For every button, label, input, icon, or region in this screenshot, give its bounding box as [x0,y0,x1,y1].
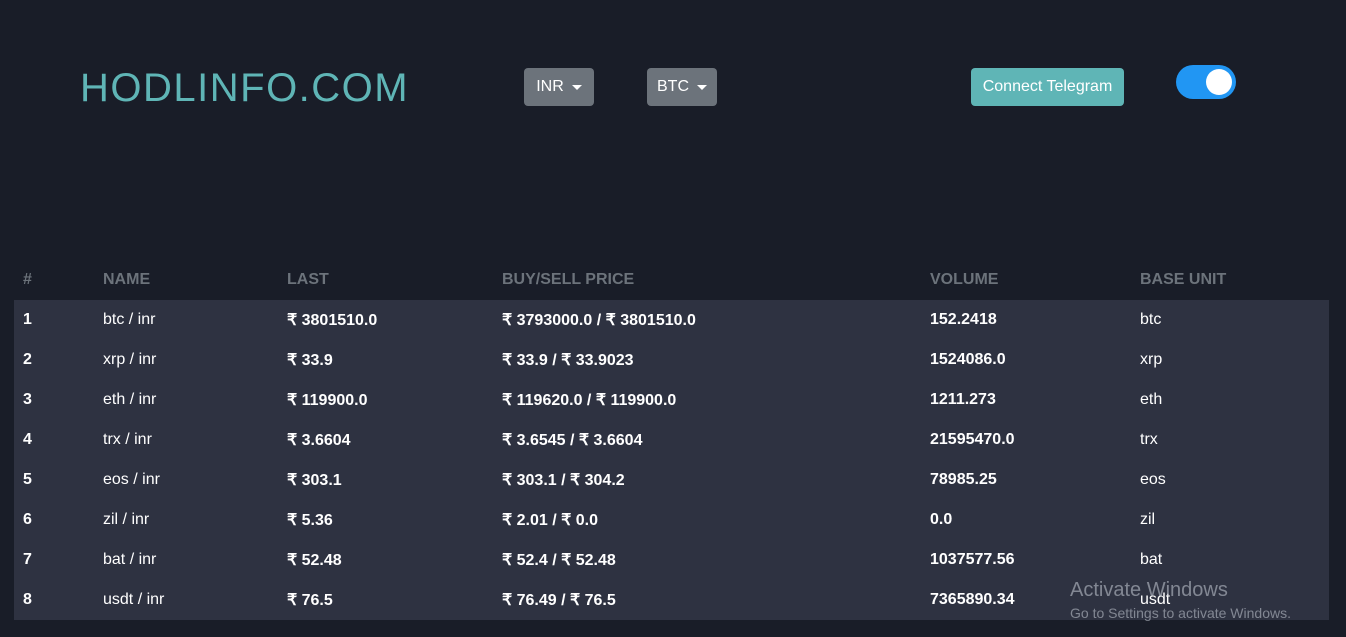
cell-number: 7 [23,551,32,568]
caret-down-icon [571,85,582,90]
coin-dropdown[interactable]: BTC [647,68,717,106]
cell-volume: 1037577.56 [930,551,1015,568]
connect-telegram-button[interactable]: Connect Telegram [971,68,1124,106]
cell-volume: 1524086.0 [930,351,1006,368]
cell-buy-sell: ₹ 3793000.0 / ₹ 3801510.0 [502,312,696,329]
cell-base-unit: xrp [1140,351,1163,368]
table-body: 1 btc / inr ₹ 3801510.0 ₹ 3793000.0 / ₹ 380… [14,300,1329,620]
coin-dropdown-label: BTC [657,78,689,95]
cell-base-unit: trx [1140,431,1158,448]
cell-name: btc / inr [103,311,156,328]
cell-last: ₹ 119900.0 [287,392,368,409]
cell-buy-sell: ₹ 303.1 / ₹ 304.2 [502,472,625,489]
cell-base-unit: btc [1140,311,1162,328]
cell-name: usdt / inr [103,591,165,608]
currency-dropdown-label: INR [536,78,564,95]
table-row: 1 btc / inr ₹ 3801510.0 ₹ 3793000.0 / ₹ 380… [14,300,1329,340]
site-logo[interactable]: HODLINFO.COM [80,64,409,112]
cell-buy-sell: ₹ 52.4 / ₹ 52.48 [502,552,616,569]
cell-base-unit: eth [1140,391,1163,408]
cell-number: 3 [23,391,32,408]
price-table: # NAME LAST BUY/SELL PRICE VOLUME BASE U… [14,260,1329,620]
cell-number: 6 [23,511,32,528]
cell-buy-sell: ₹ 33.9 / ₹ 33.9023 [502,352,634,369]
cell-last: ₹ 33.9 [287,352,333,369]
cell-buy-sell: ₹ 119620.0 / ₹ 119900.0 [502,392,677,409]
cell-base-unit: usdt [1140,591,1171,608]
cell-volume: 7365890.34 [930,591,1015,608]
column-header-name: NAME [103,271,151,288]
cell-name: zil / inr [103,511,150,528]
column-header-last: LAST [287,271,329,288]
cell-name: bat / inr [103,551,157,568]
cell-buy-sell: ₹ 76.49 / ₹ 76.5 [502,592,616,609]
cell-last: ₹ 3801510.0 [287,312,378,329]
table-row: 2 xrp / inr ₹ 33.9 ₹ 33.9 / ₹ 33.9023 152408… [14,340,1329,380]
cell-base-unit: zil [1140,511,1156,528]
table-row: 8 usdt / inr ₹ 76.5 ₹ 76.49 / ₹ 76.5 7365890… [14,580,1329,620]
theme-toggle[interactable] [1176,65,1236,99]
table-row: 4 trx / inr ₹ 3.6604 ₹ 3.6545 / ₹ 3.6604 215… [14,420,1329,460]
cell-number: 5 [23,471,32,488]
cell-volume: 1211.273 [930,391,996,408]
cell-volume: 0.0 [930,511,953,528]
cell-buy-sell: ₹ 3.6545 / ₹ 3.6604 [502,432,643,449]
cell-number: 4 [23,431,32,448]
price-table-container: # NAME LAST BUY/SELL PRICE VOLUME BASE U… [14,260,1329,620]
cell-base-unit: eos [1140,471,1166,488]
cell-name: eos / inr [103,471,160,488]
cell-volume: 21595470.0 [930,431,1015,448]
page: HODLINFO.COM INR BTC Connect Telegram # … [0,0,1346,637]
table-row: 5 eos / inr ₹ 303.1 ₹ 303.1 / ₹ 304.2 78985.… [14,460,1329,500]
table-row: 3 eth / inr ₹ 119900.0 ₹ 119620.0 / ₹ 11990… [14,380,1329,420]
cell-last: ₹ 76.5 [287,592,333,609]
cell-number: 2 [23,351,32,368]
cell-name: trx / inr [103,431,152,448]
cell-last: ₹ 52.48 [287,552,342,569]
cell-number: 1 [23,311,32,328]
cell-base-unit: bat [1140,551,1163,568]
toggle-knob [1206,69,1232,95]
cell-buy-sell: ₹ 2.01 / ₹ 0.0 [502,512,598,529]
cell-name: xrp / inr [103,351,157,368]
cell-last: ₹ 303.1 [287,472,342,489]
caret-down-icon [697,85,707,90]
cell-last: ₹ 5.36 [287,512,333,529]
table-header-row: # NAME LAST BUY/SELL PRICE VOLUME BASE U… [14,260,1329,300]
cell-name: eth / inr [103,391,157,408]
cell-last: ₹ 3.6604 [287,432,351,449]
cell-volume: 78985.25 [930,471,997,488]
table-row: 7 bat / inr ₹ 52.48 ₹ 52.4 / ₹ 52.48 1037577… [14,540,1329,580]
cell-number: 8 [23,591,32,608]
currency-dropdown[interactable]: INR [524,68,594,106]
cell-volume: 152.2418 [930,311,997,328]
column-header-volume: VOLUME [930,271,999,288]
column-header-base-unit: BASE UNIT [1140,271,1227,288]
table-row: 6 zil / inr ₹ 5.36 ₹ 2.01 / ₹ 0.0 0.0 zil [14,500,1329,540]
column-header-buy-sell: BUY/SELL PRICE [502,271,635,288]
column-header-number: # [23,271,32,288]
